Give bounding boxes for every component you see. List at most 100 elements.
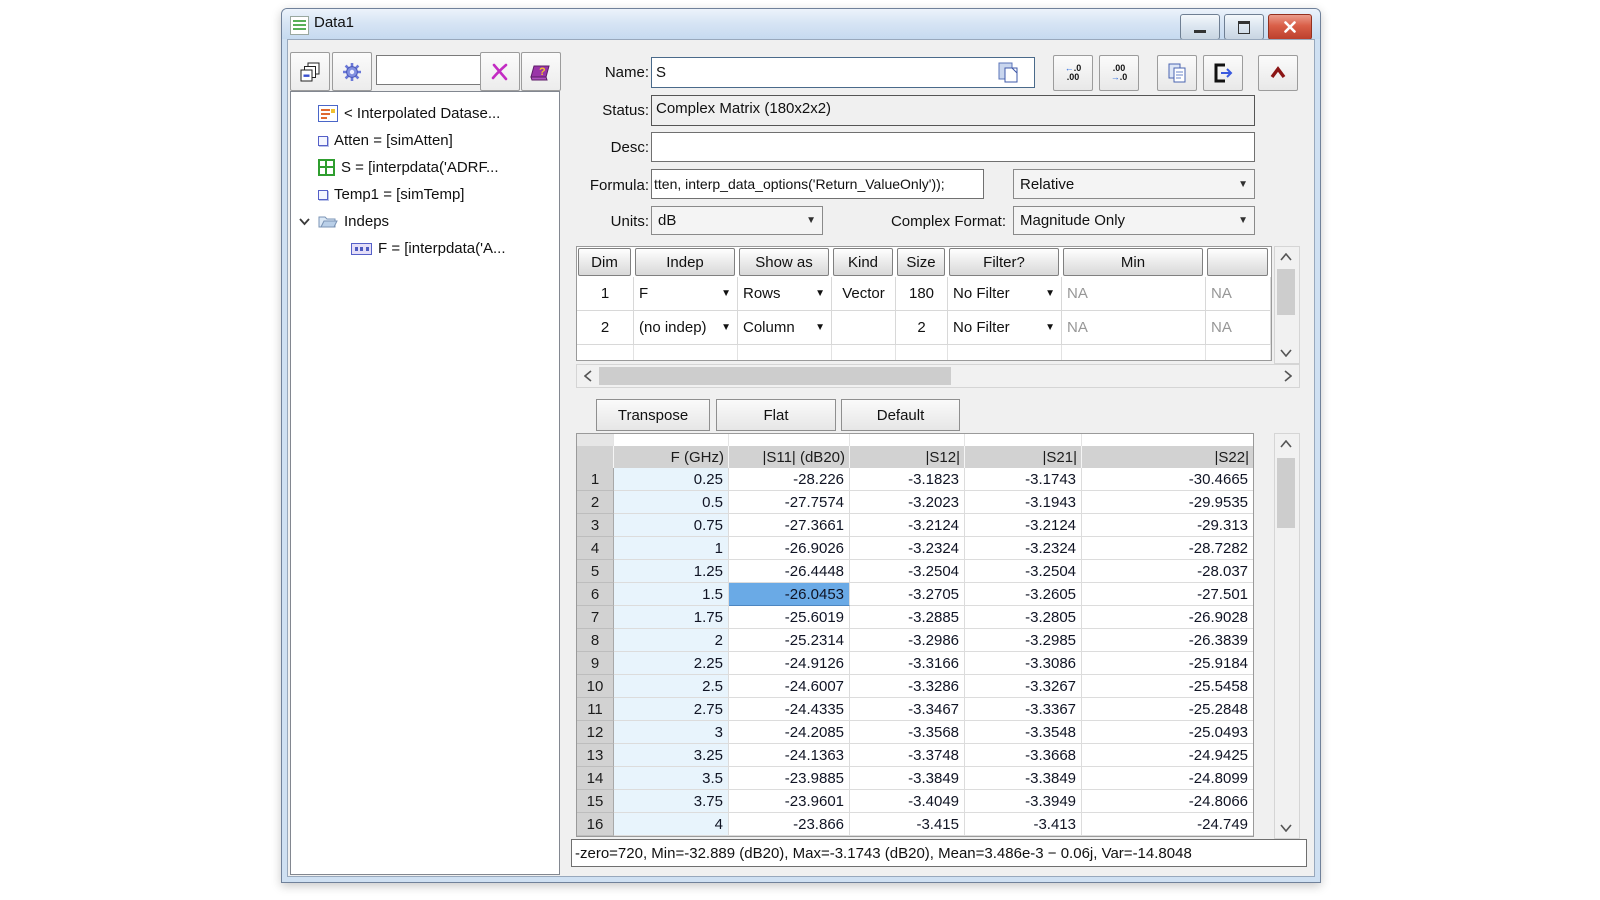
data-cell[interactable]: -25.2314	[729, 629, 850, 652]
row-number[interactable]: 12	[577, 721, 614, 744]
cascade-windows-button[interactable]	[290, 52, 330, 91]
indep-header[interactable]: Indep	[635, 248, 735, 276]
row-number[interactable]: 7	[577, 606, 614, 629]
units-dropdown[interactable]: dB ▼	[651, 206, 823, 235]
data-cell[interactable]: 1.75	[614, 606, 729, 629]
data-cell[interactable]: 2.25	[614, 652, 729, 675]
data-cell[interactable]: -3.3949	[965, 790, 1082, 813]
scroll-down-icon[interactable]	[1275, 343, 1297, 363]
data-cell[interactable]: -25.0493	[1082, 721, 1253, 744]
data-cell[interactable]: -23.866	[729, 813, 850, 836]
kind-header[interactable]: Kind	[833, 248, 893, 276]
dim-header[interactable]: Dim	[578, 248, 631, 276]
close-button[interactable]	[1268, 14, 1312, 40]
delete-button[interactable]	[480, 52, 520, 91]
data-cell[interactable]: -3.2504	[965, 560, 1082, 583]
row-number[interactable]: 6	[577, 583, 614, 606]
data-cell[interactable]: -3.3166	[850, 652, 965, 675]
data-cell[interactable]: -30.4665	[1082, 468, 1253, 491]
collapse-panel-button[interactable]	[1258, 55, 1298, 91]
data-grid-vertical-scrollbar[interactable]	[1274, 433, 1300, 839]
next-value[interactable]: NA	[1206, 311, 1271, 345]
row-number[interactable]: 15	[577, 790, 614, 813]
data-cell[interactable]: -3.3286	[850, 675, 965, 698]
data-cell[interactable]: 0.25	[614, 468, 729, 491]
data-cell[interactable]: -24.1363	[729, 744, 850, 767]
min-header[interactable]: Min	[1063, 248, 1203, 276]
data-cell[interactable]: 1.25	[614, 560, 729, 583]
data-cell[interactable]: -3.2605	[965, 583, 1082, 606]
scrollbar-thumb[interactable]	[1277, 269, 1295, 315]
data-cell[interactable]: -26.4448	[729, 560, 850, 583]
data-cell[interactable]: -23.9601	[729, 790, 850, 813]
data-cell[interactable]: 3.75	[614, 790, 729, 813]
data-cell[interactable]: -3.1943	[965, 491, 1082, 514]
tree-item-s[interactable]: S = [interpdata('ADRF...	[291, 154, 559, 181]
scroll-up-icon[interactable]	[1275, 434, 1297, 454]
row-number[interactable]: 13	[577, 744, 614, 767]
show-as-dropdown[interactable]: Column▼	[738, 311, 832, 345]
data-cell[interactable]: -24.9126	[729, 652, 850, 675]
scroll-right-icon[interactable]	[1277, 365, 1299, 387]
copy-button[interactable]	[1157, 55, 1197, 91]
minimize-button[interactable]	[1180, 14, 1220, 40]
tree-item-f[interactable]: F = [interpdata('A...	[291, 235, 559, 262]
name-input[interactable]	[651, 57, 1035, 88]
data-cell[interactable]: -3.2124	[965, 514, 1082, 537]
data-cell[interactable]: -28.037	[1082, 560, 1253, 583]
data-cell[interactable]: -3.2324	[965, 537, 1082, 560]
show-as-header[interactable]: Show as	[739, 248, 829, 276]
data-cell[interactable]: -3.2986	[850, 629, 965, 652]
row-number[interactable]: 16	[577, 813, 614, 836]
formula-input[interactable]	[651, 169, 984, 199]
data-cell[interactable]: -3.3086	[965, 652, 1082, 675]
row-number[interactable]: 8	[577, 629, 614, 652]
data-cell[interactable]: -26.3839	[1082, 629, 1253, 652]
data-cell[interactable]: 0.75	[614, 514, 729, 537]
data-cell[interactable]: -3.3548	[965, 721, 1082, 744]
data-cell[interactable]: -3.4049	[850, 790, 965, 813]
data-cell[interactable]: -3.3568	[850, 721, 965, 744]
data-cell[interactable]: -27.7574	[729, 491, 850, 514]
data-cell[interactable]: 3.25	[614, 744, 729, 767]
data-cell[interactable]: -26.0453	[729, 583, 850, 606]
dim-grid-vertical-scrollbar[interactable]	[1274, 246, 1300, 364]
scroll-left-icon[interactable]	[577, 365, 599, 387]
default-button[interactable]: Default	[841, 399, 960, 431]
data-cell[interactable]: -3.2504	[850, 560, 965, 583]
s21-header[interactable]: |S21|	[965, 446, 1082, 468]
data-cell[interactable]: 2.75	[614, 698, 729, 721]
row-number[interactable]: 2	[577, 491, 614, 514]
data-cell[interactable]: -27.3661	[729, 514, 850, 537]
data-cell[interactable]: -24.6007	[729, 675, 850, 698]
data-cell[interactable]: -25.2848	[1082, 698, 1253, 721]
data-cell[interactable]: -26.9026	[729, 537, 850, 560]
transpose-button[interactable]: Transpose	[596, 399, 710, 431]
indep-dropdown[interactable]: (no indep)▼	[634, 311, 738, 345]
s22-header[interactable]: |S22|	[1082, 446, 1253, 468]
tree-item-temp1[interactable]: Temp1 = [simTemp]	[291, 181, 559, 208]
data-cell[interactable]: -25.5458	[1082, 675, 1253, 698]
data-cell[interactable]: -3.3849	[965, 767, 1082, 790]
tree-item-atten[interactable]: Atten = [simAtten]	[291, 127, 559, 154]
data-cell[interactable]: -28.7282	[1082, 537, 1253, 560]
complex-format-dropdown[interactable]: Magnitude Only ▼	[1013, 206, 1255, 235]
row-number[interactable]: 5	[577, 560, 614, 583]
freq-header[interactable]: F (GHz)	[614, 446, 729, 468]
next-value[interactable]: NA	[1206, 277, 1271, 311]
data-cell[interactable]: 4	[614, 813, 729, 836]
data-cell[interactable]: -3.1743	[965, 468, 1082, 491]
tree-item-interpolated-dataset[interactable]: < Interpolated Datase...	[291, 100, 559, 127]
desc-input[interactable]	[651, 132, 1255, 162]
row-number[interactable]: 3	[577, 514, 614, 537]
tree-item-indeps[interactable]: Indeps	[291, 208, 559, 235]
data-cell[interactable]: -24.2085	[729, 721, 850, 744]
data-cell[interactable]: 0.5	[614, 491, 729, 514]
data-cell[interactable]: -25.9184	[1082, 652, 1253, 675]
data-cell[interactable]: -3.413	[965, 813, 1082, 836]
min-value[interactable]: NA	[1062, 277, 1206, 311]
data-cell[interactable]: -24.8099	[1082, 767, 1253, 790]
dim-grid-horizontal-scrollbar[interactable]	[576, 364, 1300, 388]
data-cell[interactable]: -3.2985	[965, 629, 1082, 652]
data-cell[interactable]: -24.749	[1082, 813, 1253, 836]
